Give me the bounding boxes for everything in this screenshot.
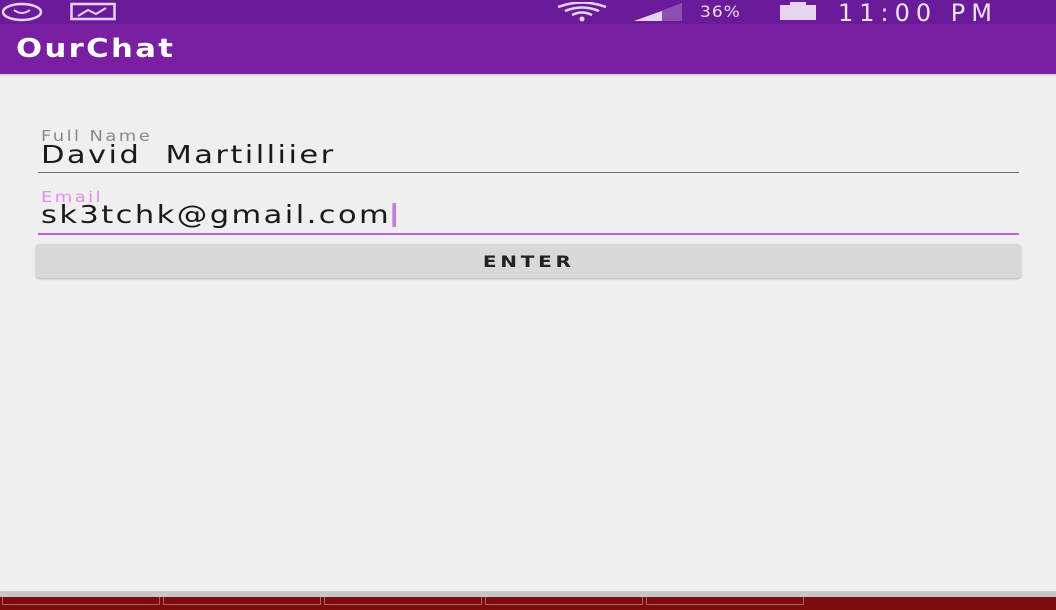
full-name-input[interactable]: David Martilliier: [41, 140, 336, 169]
image-icon: [70, 2, 116, 26]
status-bar: 36% 11:00 PM: [0, 0, 1056, 27]
status-clock: 11:00 PM: [838, 0, 998, 27]
enter-button-label: ENTER: [482, 252, 575, 271]
app-title: OurChat: [16, 34, 176, 64]
email-input[interactable]: sk3tchk@gmail.com: [41, 200, 391, 229]
battery-percent: 36%: [700, 2, 741, 22]
signal-icon: [632, 2, 684, 26]
battery-icon: [778, 2, 818, 26]
email-underline: [38, 233, 1019, 235]
email-field[interactable]: Email sk3tchk@gmail.com: [38, 186, 1019, 238]
app-bar-shadow: [0, 74, 1056, 77]
enter-button[interactable]: ENTER: [36, 244, 1021, 278]
full-name-underline: [38, 172, 1019, 173]
bottom-strip: [0, 591, 1056, 610]
whatsapp-icon: [1, 2, 46, 26]
app-bar: OurChat: [0, 24, 1056, 74]
text-cursor: [392, 203, 397, 227]
email-input-wrap[interactable]: sk3tchk@gmail.com: [41, 200, 397, 229]
wifi-icon: [556, 1, 608, 26]
full-name-field[interactable]: Full Name David Martilliier: [38, 126, 1019, 176]
